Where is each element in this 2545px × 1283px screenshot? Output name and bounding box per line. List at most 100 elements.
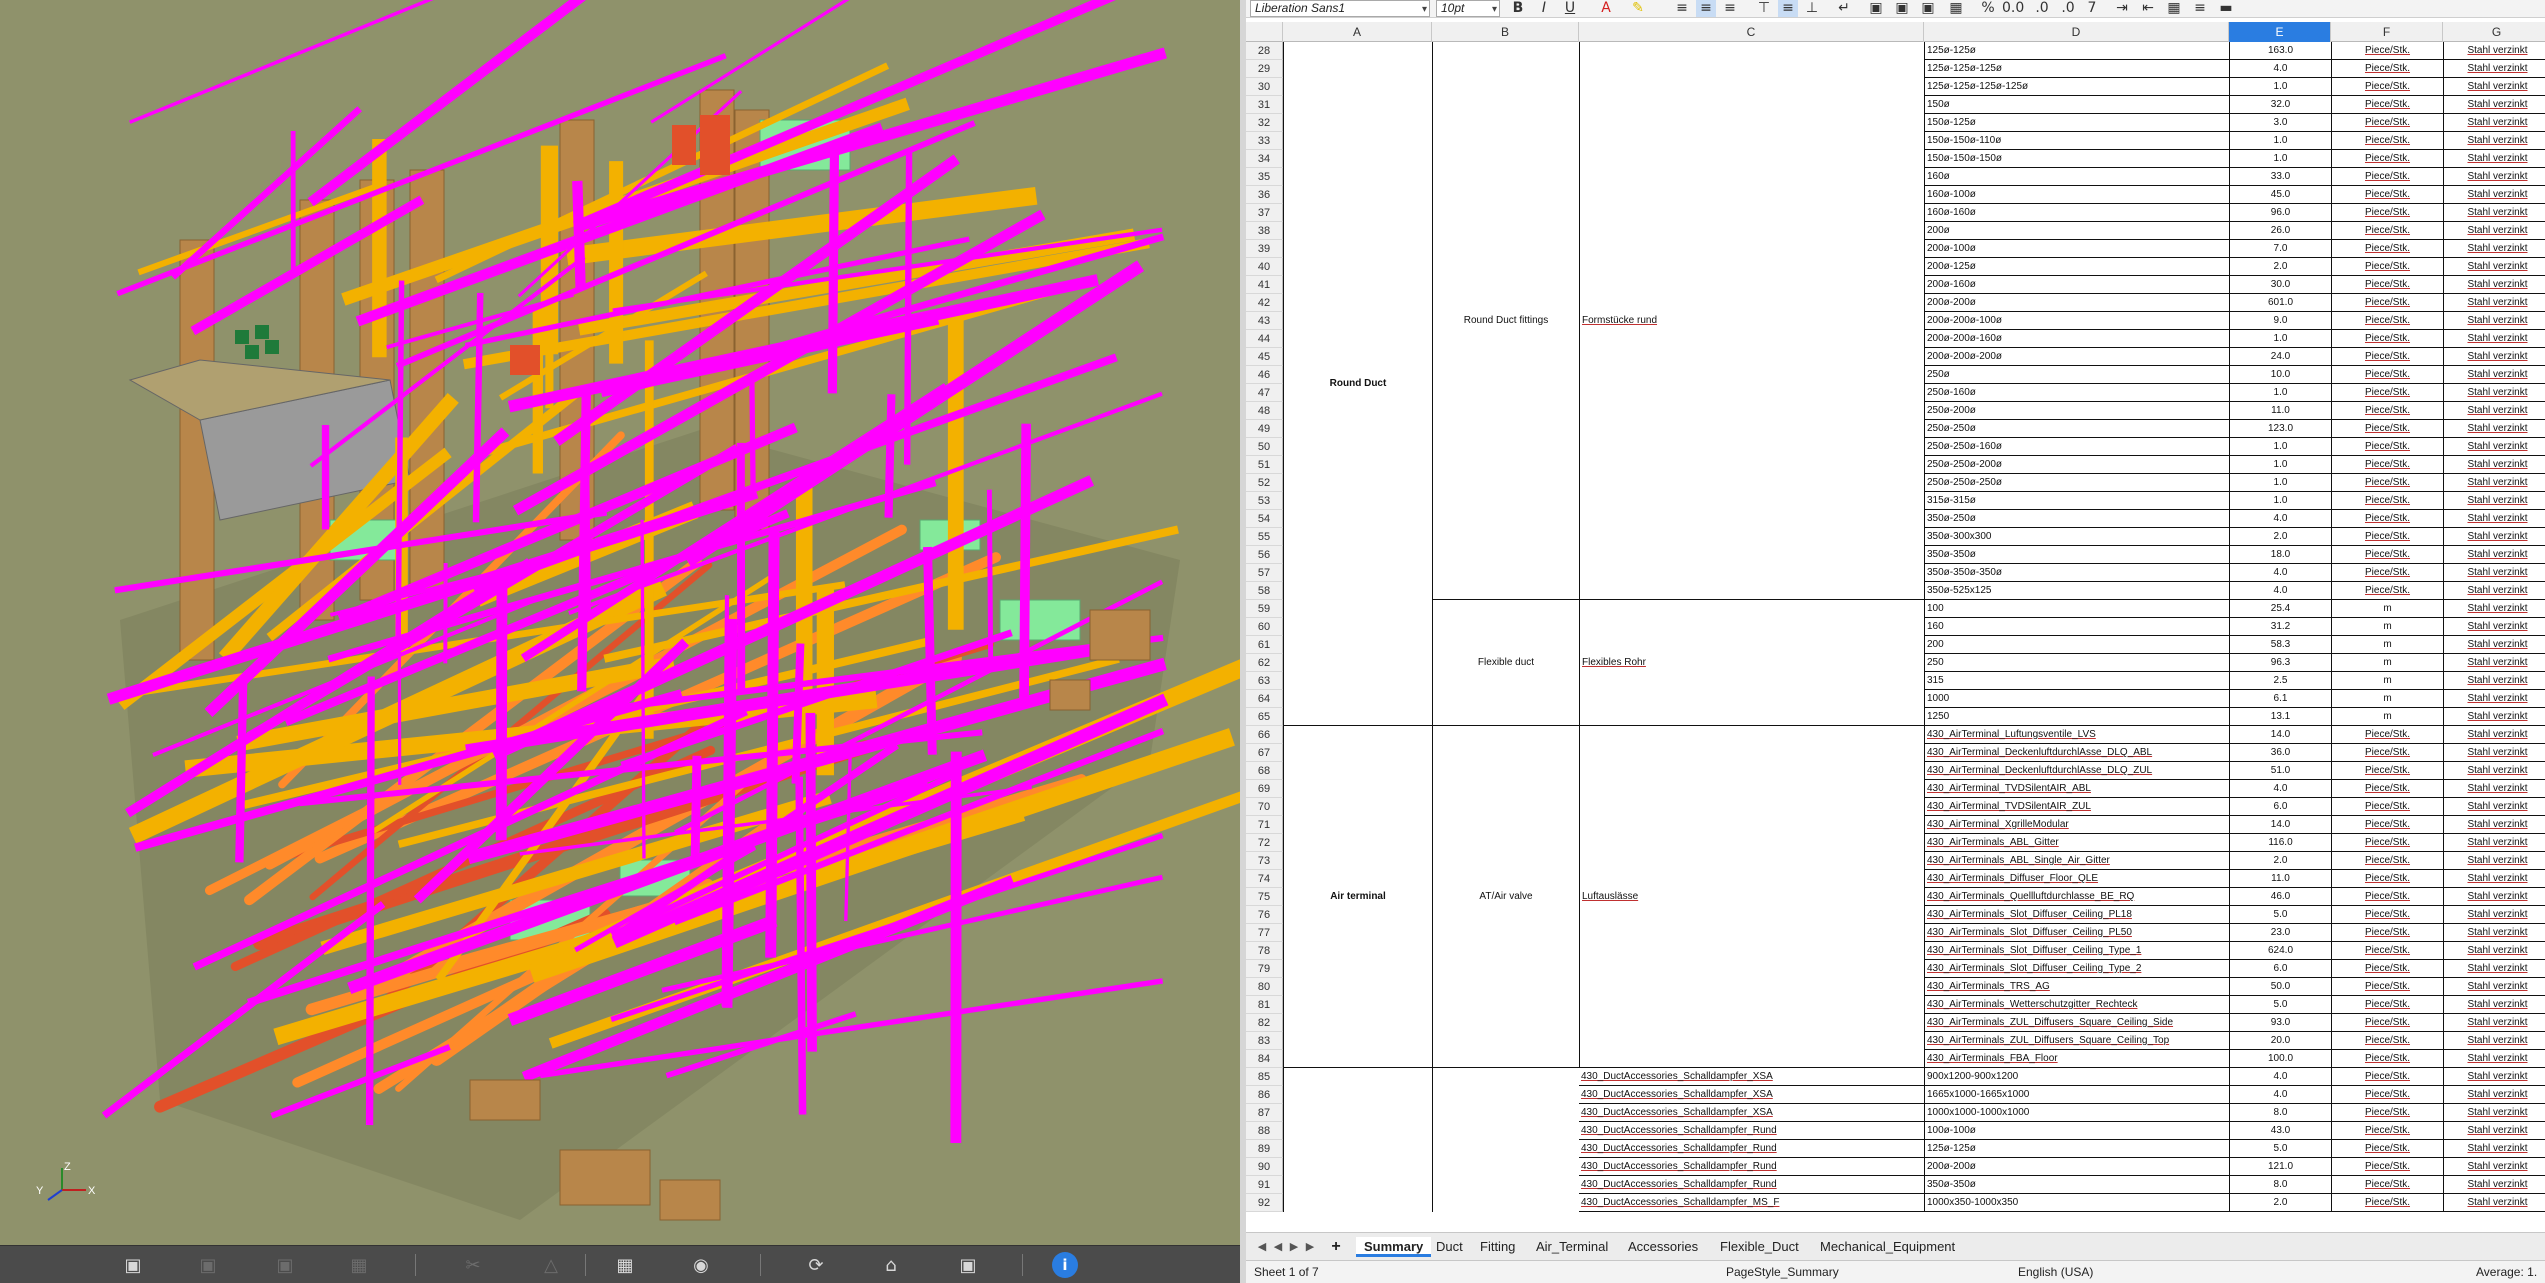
cell-e[interactable]: 11.0 — [2229, 402, 2331, 420]
cell-c[interactable]: 430_DuctAccessories_Schalldampfer_XSA — [1579, 1068, 1924, 1086]
cell-g[interactable]: Stahl verzinkt — [2443, 726, 2545, 744]
row-number[interactable]: 39 — [1246, 240, 1283, 258]
cell-e[interactable]: 32.0 — [2229, 96, 2331, 114]
cell-e[interactable]: 26.0 — [2229, 222, 2331, 240]
cell-f[interactable]: Piece/Stk. — [2331, 78, 2443, 96]
cell-c[interactable]: 430_DuctAccessories_Schalldampfer_XSA — [1579, 1086, 1924, 1104]
cell-d[interactable]: 430_AirTerminals_ZUL_Diffusers_Square_Ce… — [1924, 1014, 2229, 1032]
group-cell-luftauslaesse[interactable]: Luftauslässe — [1579, 726, 1924, 1068]
row-number[interactable]: 49 — [1246, 420, 1283, 438]
cell-e[interactable]: 4.0 — [2229, 582, 2331, 600]
cell-f[interactable]: Piece/Stk. — [2331, 222, 2443, 240]
row-number[interactable]: 86 — [1246, 1086, 1283, 1104]
cell-e[interactable]: 2.0 — [2229, 1194, 2331, 1212]
cell-g[interactable]: Stahl verzinkt — [2443, 330, 2545, 348]
cell-f[interactable]: Piece/Stk. — [2331, 42, 2443, 60]
cell-e[interactable]: 24.0 — [2229, 348, 2331, 366]
align-left-icon[interactable]: ≡ — [1672, 0, 1692, 17]
highlight-icon[interactable]: ✎ — [1628, 0, 1648, 17]
cell-g[interactable]: Stahl verzinkt — [2443, 294, 2545, 312]
cell-g[interactable]: Stahl verzinkt — [2443, 1014, 2545, 1032]
row-number[interactable]: 63 — [1246, 672, 1283, 690]
cell-g[interactable]: Stahl verzinkt — [2443, 78, 2545, 96]
cell-e[interactable]: 36.0 — [2229, 744, 2331, 762]
wrap-icon[interactable]: ↵ — [1834, 0, 1854, 17]
cell-f[interactable]: Piece/Stk. — [2331, 906, 2443, 924]
row-number[interactable]: 87 — [1246, 1104, 1283, 1122]
cell-f[interactable]: m — [2331, 672, 2443, 690]
last-sheet-icon[interactable]: ▶ — [1302, 1239, 1318, 1255]
fit-icon[interactable]: ▦ — [346, 1252, 372, 1278]
cell-e[interactable]: 1.0 — [2229, 456, 2331, 474]
row-number[interactable]: 78 — [1246, 942, 1283, 960]
cell-e[interactable]: 1.0 — [2229, 384, 2331, 402]
cell-e[interactable]: 1.0 — [2229, 492, 2331, 510]
cell-c[interactable]: 430_DuctAccessories_Schalldampfer_Rund — [1579, 1158, 1924, 1176]
cell-e[interactable]: 1.0 — [2229, 474, 2331, 492]
cell-f[interactable]: Piece/Stk. — [2331, 510, 2443, 528]
cell-e[interactable]: 96.0 — [2229, 204, 2331, 222]
row-number[interactable]: 67 — [1246, 744, 1283, 762]
column-header-g[interactable]: G — [2443, 22, 2545, 42]
cell-d[interactable]: 350ø-350ø-350ø — [1924, 564, 2229, 582]
cell-d[interactable]: 1000x350-1000x350 — [1924, 1194, 2229, 1212]
group-cell-air-terminal[interactable]: Air terminal — [1283, 726, 1432, 1068]
underline-icon[interactable]: U — [1560, 0, 1580, 17]
row-number[interactable]: 64 — [1246, 690, 1283, 708]
cell-g[interactable]: Stahl verzinkt — [2443, 132, 2545, 150]
cell-d[interactable]: 200ø-200ø-100ø — [1924, 312, 2229, 330]
cell-f[interactable]: Piece/Stk. — [2331, 438, 2443, 456]
cell-f[interactable]: Piece/Stk. — [2331, 816, 2443, 834]
cell-f[interactable]: Piece/Stk. — [2331, 150, 2443, 168]
cell-f[interactable]: Piece/Stk. — [2331, 1158, 2443, 1176]
row-number[interactable]: 69 — [1246, 780, 1283, 798]
cell-d[interactable]: 350ø-350ø — [1924, 546, 2229, 564]
row-number[interactable]: 54 — [1246, 510, 1283, 528]
zoom-icon[interactable]: ▣ — [272, 1252, 298, 1278]
cell-e[interactable]: 4.0 — [2229, 60, 2331, 78]
cell-f[interactable]: m — [2331, 654, 2443, 672]
row-number[interactable]: 44 — [1246, 330, 1283, 348]
cell-e[interactable]: 6.0 — [2229, 798, 2331, 816]
cell-g[interactable]: Stahl verzinkt — [2443, 1140, 2545, 1158]
cell-g[interactable]: Stahl verzinkt — [2443, 1086, 2545, 1104]
corner-select-all[interactable] — [1246, 22, 1283, 42]
cell-f[interactable]: Piece/Stk. — [2331, 132, 2443, 150]
cell-d[interactable]: 1665x1000-1665x1000 — [1924, 1086, 2229, 1104]
row-number[interactable]: 85 — [1246, 1068, 1283, 1086]
row-number[interactable]: 47 — [1246, 384, 1283, 402]
cell-g[interactable]: Stahl verzinkt — [2443, 42, 2545, 60]
border-style-icon[interactable]: ≡ — [2190, 0, 2210, 17]
cell-f[interactable]: Piece/Stk. — [2331, 1032, 2443, 1050]
cell-e[interactable]: 163.0 — [2229, 42, 2331, 60]
cell-d[interactable]: 200ø — [1924, 222, 2229, 240]
cell-d[interactable]: 430_AirTerminal_DeckenluftdurchlAsse_DLQ… — [1924, 762, 2229, 780]
cell-g[interactable]: Stahl verzinkt — [2443, 114, 2545, 132]
cell-g[interactable]: Stahl verzinkt — [2443, 528, 2545, 546]
align-top-icon[interactable]: ⊤ — [1754, 0, 1774, 17]
first-sheet-icon[interactable]: ◀ — [1254, 1239, 1270, 1255]
language[interactable]: English (USA) — [2018, 1261, 2093, 1283]
currency-icon[interactable]: ▦ — [1946, 0, 1966, 17]
border-color-icon[interactable]: ▬ — [2216, 0, 2236, 17]
cell-d[interactable]: 1000x1000-1000x1000 — [1924, 1104, 2229, 1122]
column-header-f[interactable]: F — [2331, 22, 2443, 42]
column-header-e[interactable]: E — [2229, 22, 2331, 42]
cell-f[interactable]: Piece/Stk. — [2331, 168, 2443, 186]
align-center-icon[interactable]: ≡ — [1696, 0, 1716, 17]
cell-g[interactable]: Stahl verzinkt — [2443, 1032, 2545, 1050]
group-cell-formstuecke[interactable]: Formstücke rund — [1579, 42, 1924, 600]
row-number[interactable]: 65 — [1246, 708, 1283, 726]
cell-g[interactable]: Stahl verzinkt — [2443, 888, 2545, 906]
cell-c[interactable]: 430_DuctAccessories_Schalldampfer_Rund — [1579, 1122, 1924, 1140]
cell-d[interactable]: 430_AirTerminals_Slot_Diffuser_Ceiling_T… — [1924, 960, 2229, 978]
cell-d[interactable]: 315 — [1924, 672, 2229, 690]
row-number[interactable]: 83 — [1246, 1032, 1283, 1050]
cell-d[interactable]: 430_AirTerminals_ZUL_Diffusers_Square_Ce… — [1924, 1032, 2229, 1050]
cell-e[interactable]: 2.5 — [2229, 672, 2331, 690]
cell-d[interactable]: 150ø-125ø — [1924, 114, 2229, 132]
row-number[interactable]: 33 — [1246, 132, 1283, 150]
cell-e[interactable]: 100.0 — [2229, 1050, 2331, 1068]
cell-f[interactable]: Piece/Stk. — [2331, 384, 2443, 402]
row-number[interactable]: 61 — [1246, 636, 1283, 654]
